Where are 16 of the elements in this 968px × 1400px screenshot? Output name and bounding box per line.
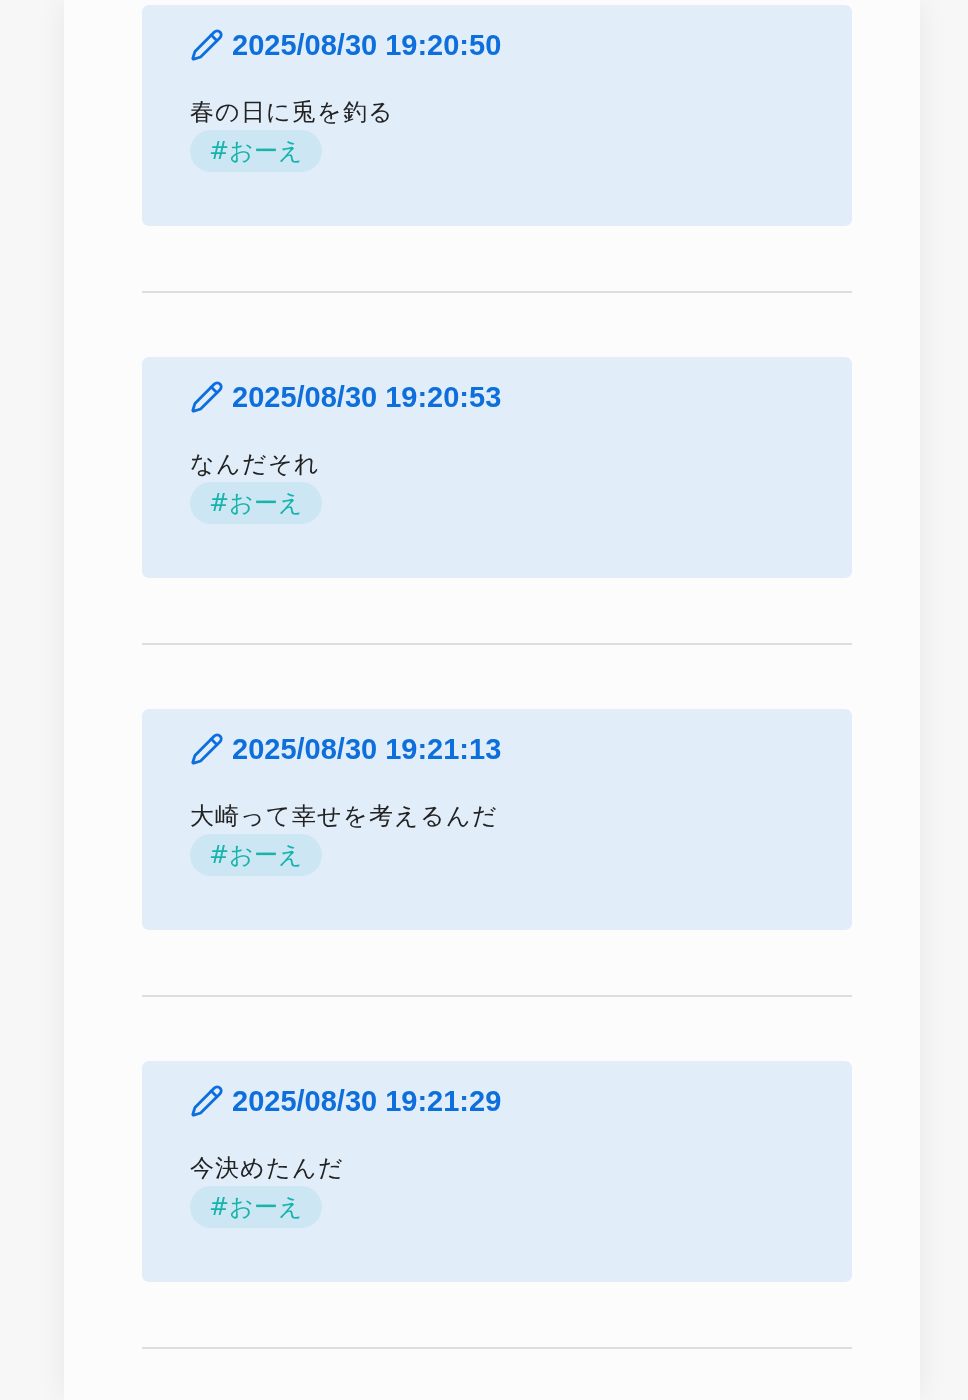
hashtag-chip[interactable]: #おーえ <box>190 1186 323 1228</box>
pencil-icon <box>190 28 224 62</box>
post-timestamp: 2025/08/30 19:20:53 <box>232 380 502 414</box>
post-timestamp: 2025/08/30 19:20:50 <box>232 28 502 62</box>
post-timestamp: 2025/08/30 19:21:29 <box>232 1084 502 1118</box>
post-text: なんだそれ <box>190 449 320 480</box>
hashtag-chip[interactable]: #おーえ <box>190 130 323 172</box>
pencil-icon <box>190 380 224 414</box>
post-timestamp: 2025/08/30 19:21:13 <box>232 732 502 766</box>
pencil-icon <box>190 732 224 766</box>
hashtag-chip[interactable]: #おーえ <box>190 834 323 876</box>
post-text: 今決めたんだ <box>190 1153 344 1184</box>
post-text: 春の日に兎を釣る <box>190 97 394 128</box>
pencil-icon <box>190 1084 224 1118</box>
post-text: 大崎って幸せを考えるんだ <box>190 801 498 832</box>
hashtag-chip[interactable]: #おーえ <box>190 482 323 524</box>
